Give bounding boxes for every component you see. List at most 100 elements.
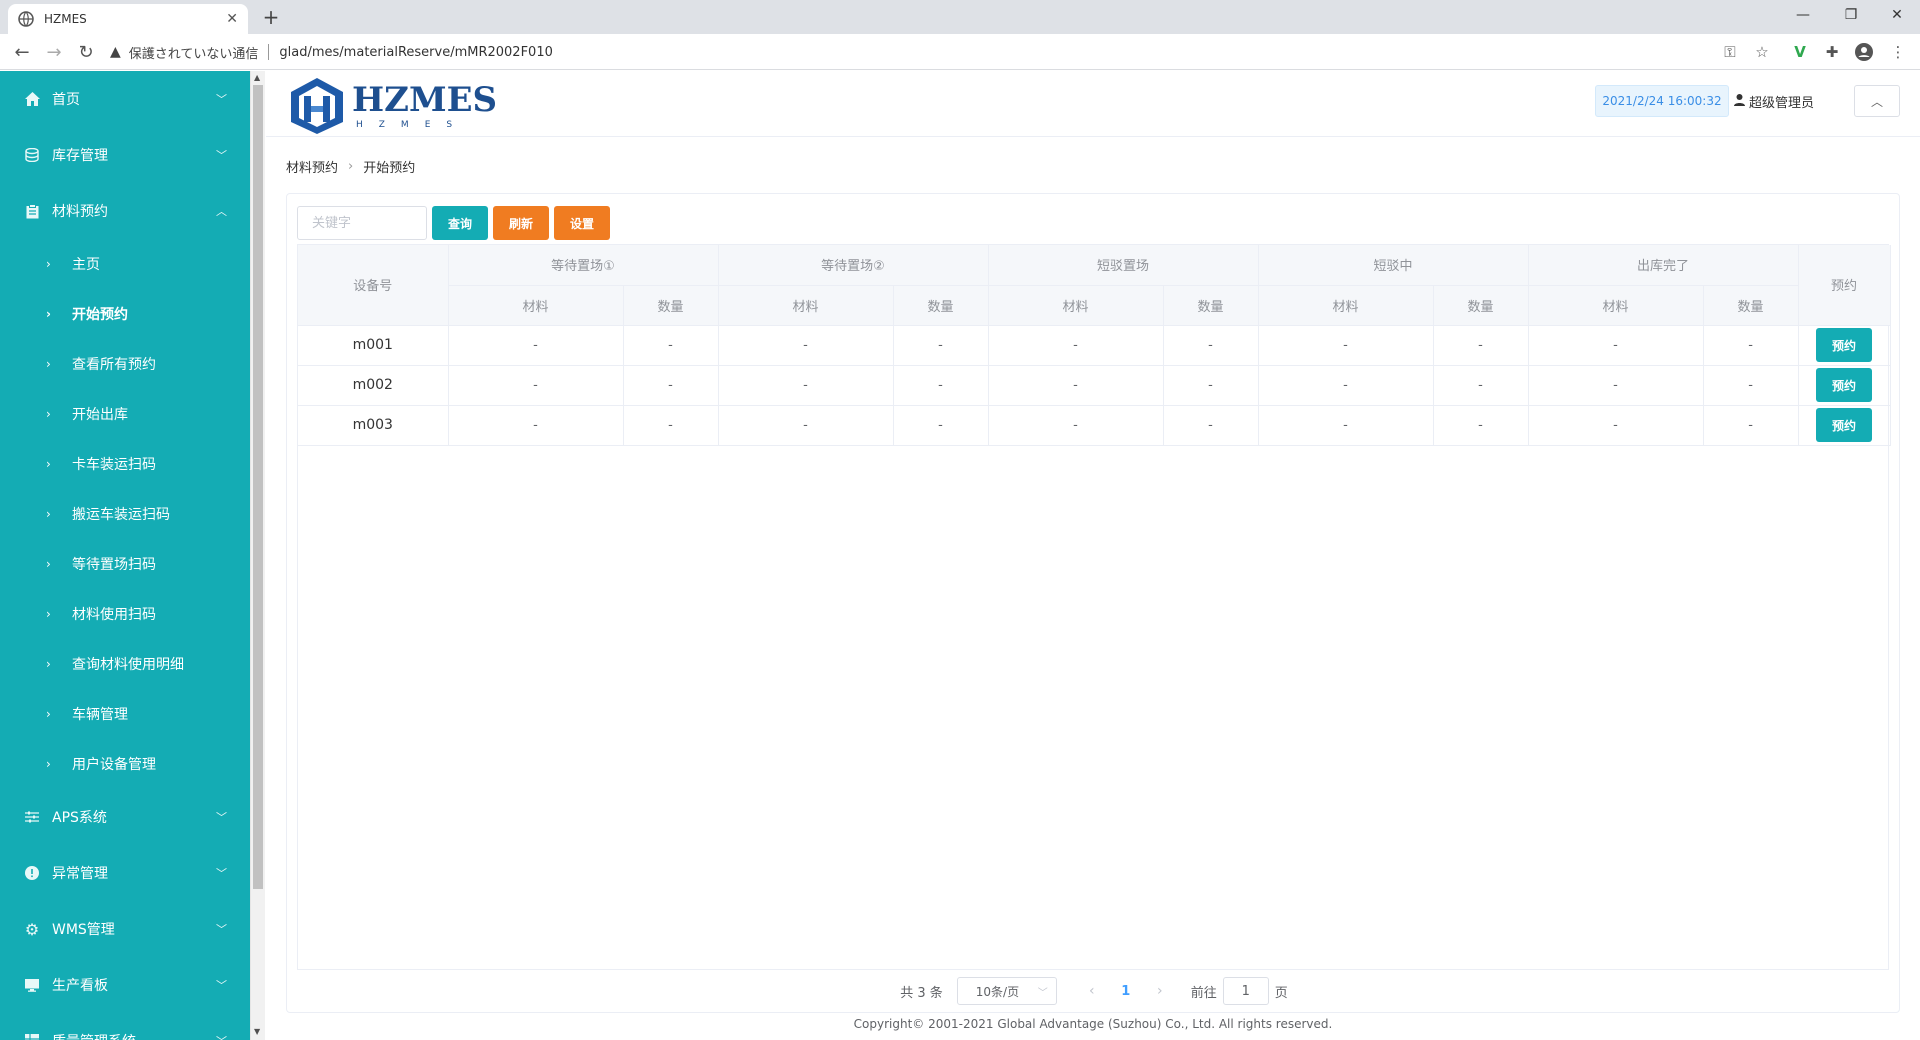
- table-row: m002 - - - - - - - - - - 预约: [298, 365, 1891, 406]
- submenu-label: 开始预约: [72, 307, 128, 323]
- chevron-right-icon: ›: [46, 657, 51, 671]
- cell-value: -: [988, 405, 1164, 446]
- clipboard-icon: [24, 203, 40, 219]
- reserve-button[interactable]: 预约: [1816, 408, 1873, 442]
- cell-device: m001: [298, 325, 449, 366]
- cell-value: -: [623, 365, 719, 406]
- star-icon[interactable]: ☆: [1752, 42, 1772, 62]
- restore-icon[interactable]: ❐: [1828, 0, 1874, 30]
- breadcrumb-parent[interactable]: 材料预约: [286, 157, 338, 176]
- chevron-down-icon: ﹀: [216, 93, 227, 106]
- logo[interactable]: HZMES HZMES: [288, 76, 497, 134]
- menu-wms[interactable]: ⚙ WMS管理 ﹀: [0, 901, 250, 957]
- logo-subtext: HZMES: [356, 120, 469, 130]
- new-tab-icon[interactable]: +: [260, 6, 282, 28]
- page-size-select[interactable]: 10条/页 ﹀: [956, 977, 1057, 1005]
- cell-value: -: [1258, 325, 1434, 366]
- submenu-user-device-management[interactable]: › 用户设备管理: [0, 739, 250, 789]
- user-name: 超级管理员: [1749, 95, 1815, 111]
- chevron-right-icon: ›: [46, 707, 51, 721]
- menu-label: WMS管理: [52, 922, 115, 938]
- chevron-down-icon: ﹀: [216, 1033, 228, 1040]
- cell-action: 预约: [1798, 365, 1891, 406]
- keyword-input[interactable]: [297, 206, 427, 240]
- settings-button[interactable]: 设置: [554, 206, 610, 240]
- tab-close-icon[interactable]: ✕: [226, 11, 238, 27]
- browser-addressbar: ← → ↻ ▲ 保護されていない通信 glad/mes/materialRese…: [0, 34, 1920, 70]
- menu-aps[interactable]: APS系统 ﹀: [0, 789, 250, 845]
- user-menu[interactable]: 超级管理员: [1734, 85, 1814, 117]
- account-icon[interactable]: [1854, 42, 1874, 62]
- cell-value: -: [1703, 365, 1799, 406]
- next-page-icon[interactable]: ›: [1145, 983, 1175, 999]
- header-material: 材料: [718, 285, 894, 326]
- scroll-up-icon[interactable]: ▲: [254, 73, 260, 82]
- menu-quality[interactable]: 质量管理系统 ﹀: [0, 1013, 250, 1040]
- key-icon[interactable]: ⚿: [1720, 42, 1740, 62]
- search-button[interactable]: 查询: [432, 206, 488, 240]
- scroll-down-icon[interactable]: ▼: [254, 1027, 260, 1036]
- submenu-start-reserve[interactable]: › 开始预约: [0, 289, 250, 339]
- page-number-current[interactable]: 1: [1107, 984, 1145, 999]
- cell-value: -: [1258, 365, 1434, 406]
- logo-text: HZMES: [352, 80, 498, 120]
- header-group: 出库完了: [1528, 245, 1799, 286]
- submenu-material-use-scan[interactable]: › 材料使用扫码: [0, 589, 250, 639]
- menu-production-board[interactable]: 生产看板 ﹀: [0, 957, 250, 1013]
- hzmes-logo-icon: [291, 78, 343, 134]
- chevron-right-icon: ›: [46, 357, 51, 371]
- menu-inventory[interactable]: 库存管理 ﹀: [0, 127, 250, 183]
- menu-material-reserve[interactable]: 材料预约 ︿: [0, 183, 250, 239]
- submenu-cart-scan[interactable]: › 搬运车装运扫码: [0, 489, 250, 539]
- cell-device: m003: [298, 405, 449, 446]
- kebab-menu-icon[interactable]: ⋮: [1888, 42, 1908, 62]
- submenu-label: 用户设备管理: [72, 757, 156, 773]
- menu-label: 库存管理: [52, 148, 108, 164]
- scrollbar-thumb[interactable]: [253, 85, 263, 889]
- reserve-button[interactable]: 预约: [1816, 328, 1873, 362]
- sidebar-scrollbar[interactable]: ▲ ▼: [250, 71, 265, 1040]
- cell-value: -: [718, 325, 894, 366]
- alert-icon: [24, 865, 40, 881]
- submenu-label: 主页: [72, 257, 100, 273]
- menu-exception[interactable]: 异常管理 ﹀: [0, 845, 250, 901]
- refresh-button[interactable]: 刷新: [493, 206, 549, 240]
- submenu-home[interactable]: › 主页: [0, 239, 250, 289]
- cell-value: -: [1258, 405, 1434, 446]
- prev-page-icon[interactable]: ‹: [1077, 983, 1107, 999]
- header-material: 材料: [1528, 285, 1704, 326]
- header-material: 材料: [448, 285, 624, 326]
- submenu-material-use-detail[interactable]: › 查询材料使用明细: [0, 639, 250, 689]
- omnibox[interactable]: ▲ 保護されていない通信 glad/mes/materialReserve/mM…: [110, 38, 1750, 66]
- warning-icon: ▲: [110, 44, 121, 60]
- gear-icon: ⚙: [24, 919, 40, 939]
- submenu-waiting-yard-scan[interactable]: › 等待置场扫码: [0, 539, 250, 589]
- puzzle-icon[interactable]: ✚: [1822, 42, 1842, 62]
- header-device: 设备号: [298, 245, 449, 326]
- chevron-down-icon: ﹀: [216, 811, 227, 824]
- chevron-down-icon: ﹀: [1037, 987, 1048, 999]
- goto-page-input[interactable]: [1222, 977, 1269, 1005]
- collapse-header-button[interactable]: ︿: [1854, 85, 1900, 117]
- submenu-vehicle-management[interactable]: › 车辆管理: [0, 689, 250, 739]
- tab-title: HZMES: [44, 12, 87, 26]
- reserve-button[interactable]: 预约: [1816, 368, 1873, 402]
- vue-extension-icon[interactable]: V: [1790, 42, 1810, 62]
- window-close-icon[interactable]: ✕: [1874, 0, 1920, 30]
- submenu-truck-scan[interactable]: › 卡车装运扫码: [0, 439, 250, 489]
- reload-icon[interactable]: ↻: [74, 40, 98, 64]
- table-row: m003 - - - - - - - - - - 预约: [298, 405, 1891, 446]
- cell-value: -: [893, 405, 989, 446]
- chevron-right-icon: ›: [46, 507, 51, 521]
- menu-label: 异常管理: [52, 866, 108, 882]
- submenu-start-outbound[interactable]: › 开始出库: [0, 389, 250, 439]
- cell-value: -: [988, 325, 1164, 366]
- cell-value: -: [893, 365, 989, 406]
- cell-value: -: [448, 325, 624, 366]
- forward-icon[interactable]: →: [42, 40, 66, 64]
- minimize-icon[interactable]: —: [1780, 0, 1826, 30]
- submenu-view-all-reserves[interactable]: › 查看所有预约: [0, 339, 250, 389]
- browser-tab[interactable]: HZMES ✕: [8, 4, 248, 34]
- back-icon[interactable]: ←: [10, 40, 34, 64]
- menu-home[interactable]: 首页 ﹀: [0, 71, 250, 127]
